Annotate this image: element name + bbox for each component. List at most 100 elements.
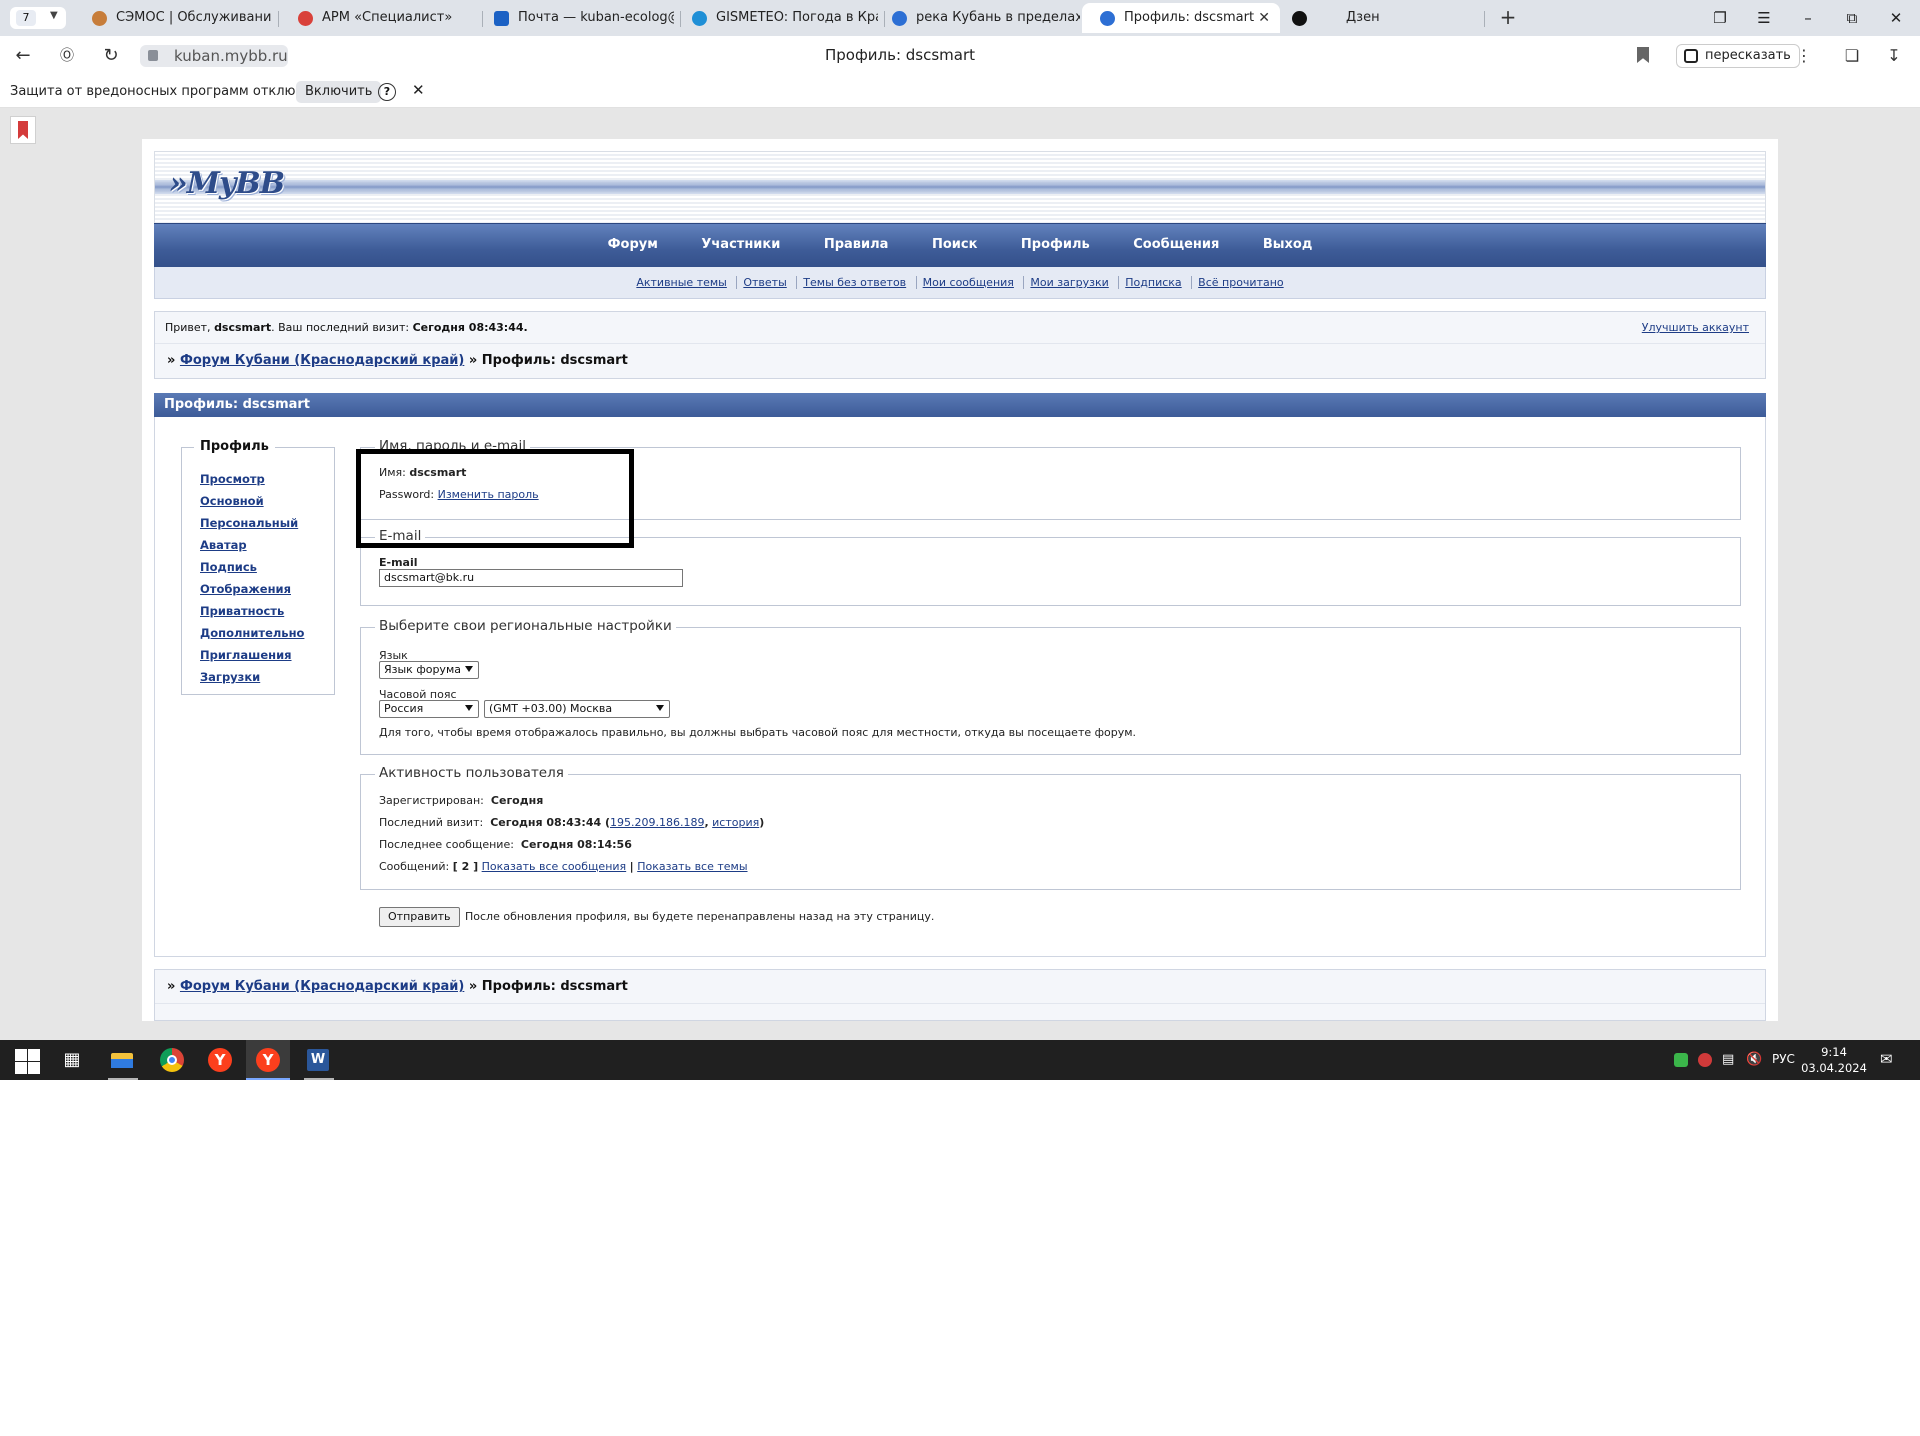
back-icon[interactable]: ←	[10, 44, 36, 68]
chrome-icon[interactable]	[158, 1046, 186, 1074]
enable-protection-button[interactable]: Включить	[296, 81, 382, 103]
nav-view[interactable]: Просмотр	[200, 472, 265, 486]
new-tab-button[interactable]: +	[1496, 6, 1520, 30]
close-infobar-icon[interactable]: ✕	[412, 81, 425, 99]
dzen-favicon-icon	[1292, 11, 1307, 26]
posts-label: Сообщений:	[379, 860, 450, 873]
mybb-logo[interactable]: »MyBB	[169, 166, 285, 201]
chevron-down-icon[interactable]: ▼	[50, 10, 58, 21]
menu-members[interactable]: Участники	[701, 237, 780, 252]
restore-icon[interactable]: ⧉	[1834, 6, 1870, 30]
language-select[interactable]: Язык форума	[379, 661, 479, 679]
tab-manager-icon[interactable]: ❐	[1702, 6, 1738, 30]
menu-profile[interactable]: Профиль	[1021, 237, 1090, 252]
nav-signature[interactable]: Подпись	[200, 560, 257, 574]
nav-privacy[interactable]: Приватность	[200, 604, 284, 618]
email-label: E-mail	[379, 556, 418, 569]
task-view-icon[interactable]: ▦	[58, 1046, 86, 1074]
tab-label: Почта — kuban-ecolog@k	[518, 10, 674, 25]
show-all-posts-link[interactable]: Показать все сообщения	[482, 860, 627, 873]
upgrade-account-link[interactable]: Улучшить аккаунт	[1642, 321, 1749, 334]
profile-nav-legend: Профиль	[194, 439, 275, 454]
yandex-icon[interactable]: Ⓞ	[54, 44, 80, 68]
tab-profile-active[interactable]: Профиль: dscsmart ✕	[1082, 3, 1280, 33]
footer-breadcrumb-bar: » Форум Кубани (Краснодарский край) » Пр…	[154, 969, 1766, 1021]
windows-start-icon[interactable]	[12, 1046, 40, 1074]
ip-link[interactable]: 195.209.186.189	[610, 816, 704, 829]
menu-icon[interactable]: ☰	[1746, 6, 1782, 30]
nav-uploads[interactable]: Загрузки	[200, 670, 260, 684]
show-all-topics-link[interactable]: Показать все темы	[637, 860, 747, 873]
timezone-note: Для того, чтобы время отображалось прави…	[379, 726, 1137, 739]
submenu-unanswered[interactable]: Темы без ответов	[796, 276, 913, 289]
submenu-my-posts[interactable]: Мои сообщения	[915, 276, 1020, 289]
side-bookmark-button[interactable]	[10, 116, 36, 144]
volume-muted-icon[interactable]: 🔇	[1746, 1052, 1762, 1067]
retell-button[interactable]: пересказать	[1676, 44, 1800, 68]
annotation-highlight-box	[356, 449, 634, 548]
nav-invitations[interactable]: Приглашения	[200, 648, 292, 662]
tab-arm[interactable]: АРМ «Специалист»	[280, 3, 478, 33]
notifications-icon[interactable]: ✉	[1880, 1050, 1893, 1068]
footer-breadcrumb-current: » Профиль: dscsmart	[468, 979, 628, 994]
timezone-select[interactable]: (GMT +03.00) Москва	[484, 700, 670, 718]
file-explorer-icon[interactable]	[108, 1046, 136, 1074]
nav-avatar[interactable]: Аватар	[200, 538, 247, 552]
security-tray-icon[interactable]	[1698, 1053, 1712, 1067]
submit-button[interactable]: Отправить	[379, 907, 460, 927]
footer-breadcrumb: » Форум Кубани (Краснодарский край) » Пр…	[155, 970, 1765, 1004]
activity-legend: Активность пользователя	[375, 765, 568, 781]
help-icon[interactable]: ?	[378, 83, 396, 101]
menu-search[interactable]: Поиск	[932, 237, 977, 252]
submenu-my-uploads[interactable]: Мои загрузки	[1023, 276, 1115, 289]
submenu-subscription[interactable]: Подписка	[1118, 276, 1188, 289]
menu-forum[interactable]: Форум	[608, 237, 658, 252]
email-input[interactable]: dscsmart@bk.ru	[379, 569, 683, 587]
menu-rules[interactable]: Правила	[824, 237, 889, 252]
nav-display[interactable]: Отображения	[200, 582, 291, 596]
breadcrumb-forum-link[interactable]: Форум Кубани (Краснодарский край)	[180, 353, 464, 368]
menu-logout[interactable]: Выход	[1263, 237, 1312, 252]
yandex-browser-active-icon[interactable]: Y	[246, 1040, 290, 1080]
nav-personal[interactable]: Персональный	[200, 516, 298, 530]
antivirus-tray-icon[interactable]	[1674, 1053, 1688, 1067]
semos-favicon-icon	[92, 11, 107, 26]
menu-messages[interactable]: Сообщения	[1133, 237, 1219, 252]
section-title: Профиль: dscsmart	[154, 393, 1766, 417]
clock[interactable]: 9:14 03.04.2024	[1800, 1044, 1868, 1076]
download-icon[interactable]: ↧	[1882, 45, 1906, 67]
tab-semos[interactable]: СЭМОС | Обслуживание	[74, 3, 272, 33]
nav-main[interactable]: Основной	[200, 494, 264, 508]
tab-dzen[interactable]: Дзен	[1282, 3, 1482, 33]
tab-counter[interactable]: 7 ▼	[10, 7, 66, 29]
minimize-icon[interactable]: –	[1790, 6, 1826, 30]
close-window-icon[interactable]: ✕	[1878, 6, 1914, 30]
tab-gismeteo[interactable]: GISMETEO: Погода в Крас	[674, 3, 878, 33]
network-tray-icon[interactable]: ▤	[1722, 1052, 1734, 1067]
word-icon[interactable]: W	[304, 1046, 332, 1074]
tab-kuban-river[interactable]: река Кубань в пределах г.	[874, 3, 1080, 33]
sub-menu: Активные темы Ответы Темы без ответов Мо…	[154, 267, 1766, 299]
history-link[interactable]: история	[712, 816, 759, 829]
submenu-active-topics[interactable]: Активные темы	[630, 276, 733, 289]
clock-time: 9:14	[1821, 1045, 1847, 1059]
close-tab-icon[interactable]: ✕	[1258, 3, 1270, 33]
url-field[interactable]: kuban.mybb.ru	[140, 45, 288, 67]
tab-mail[interactable]: Почта — kuban-ecolog@k	[476, 3, 674, 33]
more-icon[interactable]: ⋮	[1792, 45, 1816, 67]
submit-note: После обновления профиля, вы будете пере…	[465, 910, 935, 923]
chevron-down-icon	[465, 666, 473, 672]
header-stripes	[155, 180, 1765, 194]
reload-icon[interactable]: ↻	[98, 44, 124, 68]
keyboard-language[interactable]: РУС	[1772, 1052, 1795, 1066]
country-select[interactable]: Россия	[379, 700, 479, 718]
site-favicon-icon	[1100, 11, 1115, 26]
submenu-mark-read[interactable]: Всё прочитано	[1191, 276, 1290, 289]
collections-icon[interactable]: ❏	[1840, 45, 1864, 67]
bookmark-icon[interactable]	[1637, 47, 1649, 63]
tab-label: Профиль: dscsmart	[1124, 10, 1255, 25]
nav-additional[interactable]: Дополнительно	[200, 626, 304, 640]
footer-breadcrumb-forum-link[interactable]: Форум Кубани (Краснодарский край)	[180, 979, 464, 994]
yandex-browser-icon[interactable]: Y	[206, 1046, 234, 1074]
submenu-replies[interactable]: Ответы	[736, 276, 793, 289]
